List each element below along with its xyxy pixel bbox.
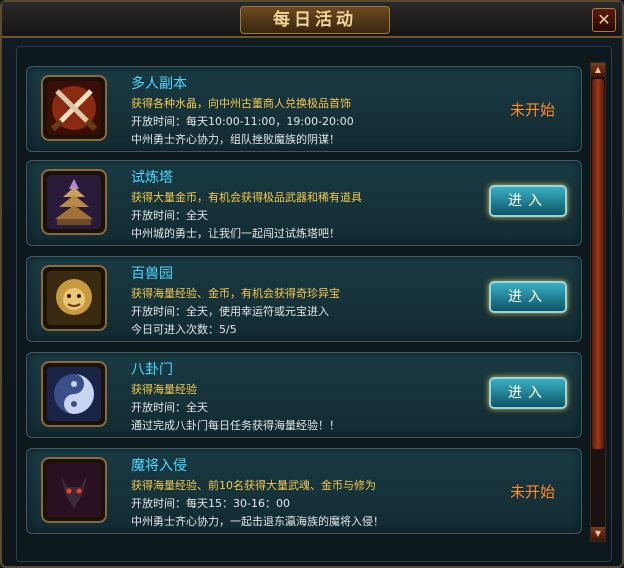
remaining-entries: 今日可进入次数：5/5 [131,323,237,336]
activity-reward: 获得海量经验 [131,383,197,396]
activity-open-time: 开放时间：每天15：30-16：00 [131,497,290,510]
scroll-up-button[interactable]: ▲ [591,63,605,77]
activity-description: 中州勇士齐心协力，一起击退东瀛海族的魔将入侵！ [131,515,384,528]
enter-button[interactable]: 进入 [489,281,567,313]
activity-row-multiplayer-dungeon: 多人副本 获得各种水晶，向中州古董商人兑换极品首饰 开放时间：每天10:00-1… [26,66,582,152]
activity-reward: 获得各种水晶，向中州古董商人兑换极品首饰 [131,97,351,110]
activity-row-demon-invasion: 魔将入侵 获得海量经验、前10名获得大量武魂、金币与修为 开放时间：每天15：3… [26,448,582,534]
activity-title: 百兽园 [131,266,173,282]
activity-open-time: 开放时间：每天10:00-11:00，19:00-20:00 [131,115,354,128]
activity-row-beast-garden: 百兽园 获得海量经验、金币，有机会获得奇珍异宝 开放时间：全天，使用幸运符或元宝… [26,256,582,342]
activity-open-time: 开放时间：全天，使用幸运符或元宝进入 [131,305,329,318]
close-button[interactable]: ✕ [592,8,616,32]
activity-description: 中州勇士齐心协力，组队挫败魔族的阴谋！ [131,133,340,146]
daily-activities-window: 每日活动 ✕ 多人副本 获得各种水晶，向中州古董商人兑换极品首饰 开放时间：每天… [0,0,624,568]
activity-open-time: 开放时间：全天 [131,401,208,414]
activity-title: 多人副本 [131,76,187,92]
activity-row-bagua-gate: 八卦门 获得海量经验 开放时间：全天 通过完成八卦门每日任务获得海量经验！！ 进… [26,352,582,438]
activity-title: 魔将入侵 [131,458,187,474]
scroll-down-button[interactable]: ▼ [591,527,605,541]
activity-open-time: 开放时间：全天 [131,209,208,222]
status-not-started: 未开始 [509,483,555,501]
vertical-scrollbar[interactable]: ▲ ▼ [590,62,606,542]
pagoda-tower-icon [41,169,107,235]
crossed-swords-icon [41,75,107,141]
activity-reward: 获得海量经验、金币，有机会获得奇珍异宝 [131,287,340,300]
status-not-started: 未开始 [509,101,555,119]
title-bar: 每日活动 ✕ [2,2,622,38]
activity-title: 试炼塔 [131,170,173,186]
activity-description: 通过完成八卦门每日任务获得海量经验！！ [131,419,340,432]
activity-description: 中州城的勇士，让我们一起闯过试炼塔吧！ [131,227,340,240]
enter-button[interactable]: 进入 [489,377,567,409]
dark-wolf-icon [41,457,107,523]
window-title: 每日活动 [240,6,390,34]
activity-title: 八卦门 [131,362,173,378]
golden-beast-icon [41,265,107,331]
scroll-thumb[interactable] [592,79,604,449]
activity-reward: 获得大量金币，有机会获得极品武器和稀有道具 [131,191,362,204]
enter-button[interactable]: 进入 [489,185,567,217]
yin-yang-icon [41,361,107,427]
activity-row-trial-tower: 试炼塔 获得大量金币，有机会获得极品武器和稀有道具 开放时间：全天 中州城的勇士… [26,160,582,246]
activity-reward: 获得海量经验、前10名获得大量武魂、金币与修为 [131,479,376,492]
